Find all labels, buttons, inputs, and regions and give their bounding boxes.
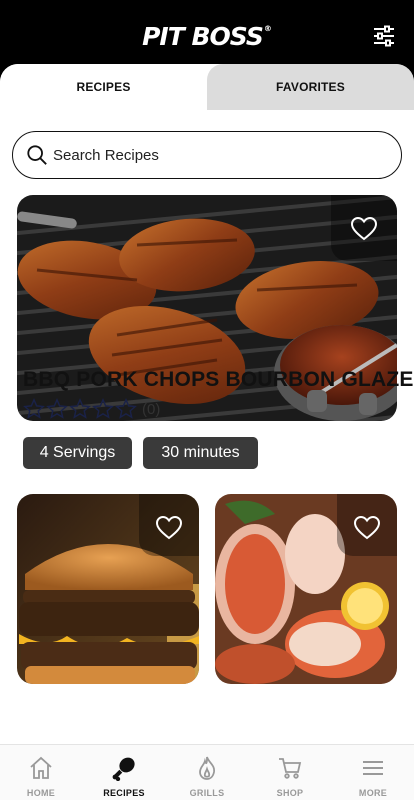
sliders-icon [374,25,394,47]
drumstick-icon [112,757,135,781]
search-input[interactable] [53,142,383,168]
search-box[interactable] [12,131,402,179]
recipe-card[interactable] [215,494,397,684]
nav-home[interactable]: HOME [0,745,82,800]
flame-icon [199,756,215,780]
tab-favorites[interactable]: FAVORITES [207,64,414,110]
star-icon [69,398,91,419]
menu-icon [363,761,383,775]
nav-label: RECIPES [103,788,145,798]
heart-icon[interactable] [354,516,380,540]
app-header: PIT BOSS® [0,0,414,72]
servings-badge: 4 Servings [23,437,132,469]
pit-boss-logo: PIT BOSS® [142,22,272,51]
rating-count: (0) [142,400,161,418]
star-rating: (0) [23,398,160,420]
nav-more[interactable]: MORE [332,745,414,800]
heart-icon[interactable] [156,516,182,540]
nav-label: SHOP [276,788,304,798]
bottom-navigation: HOME RECIPES GRILLS SHOP MORE [0,744,414,800]
cook-time-badge: 30 minutes [143,437,258,469]
heart-icon[interactable] [351,217,377,241]
recipe-card[interactable] [17,494,199,684]
star-icon [46,398,68,419]
tab-bar: RECIPES FAVORITES [0,64,414,110]
tab-recipes[interactable]: RECIPES [0,64,207,110]
star-icon [92,398,114,419]
recipe-title[interactable]: BBQ PORK CHOPS BOURBON GLAZE [23,368,414,392]
home-icon [30,756,52,779]
nav-recipes[interactable]: RECIPES [83,745,165,800]
nav-shop[interactable]: SHOP [249,745,331,800]
star-icon [115,398,137,419]
cart-icon [279,758,302,779]
nav-label: MORE [358,788,388,798]
star-icon [23,398,45,419]
nav-label: HOME [26,788,56,798]
search-icon [27,145,47,165]
nav-grills[interactable]: GRILLS [166,745,248,800]
filter-button[interactable] [372,24,396,48]
content-sheet: RECIPES FAVORITES [0,64,414,800]
nav-label: GRILLS [189,788,225,798]
